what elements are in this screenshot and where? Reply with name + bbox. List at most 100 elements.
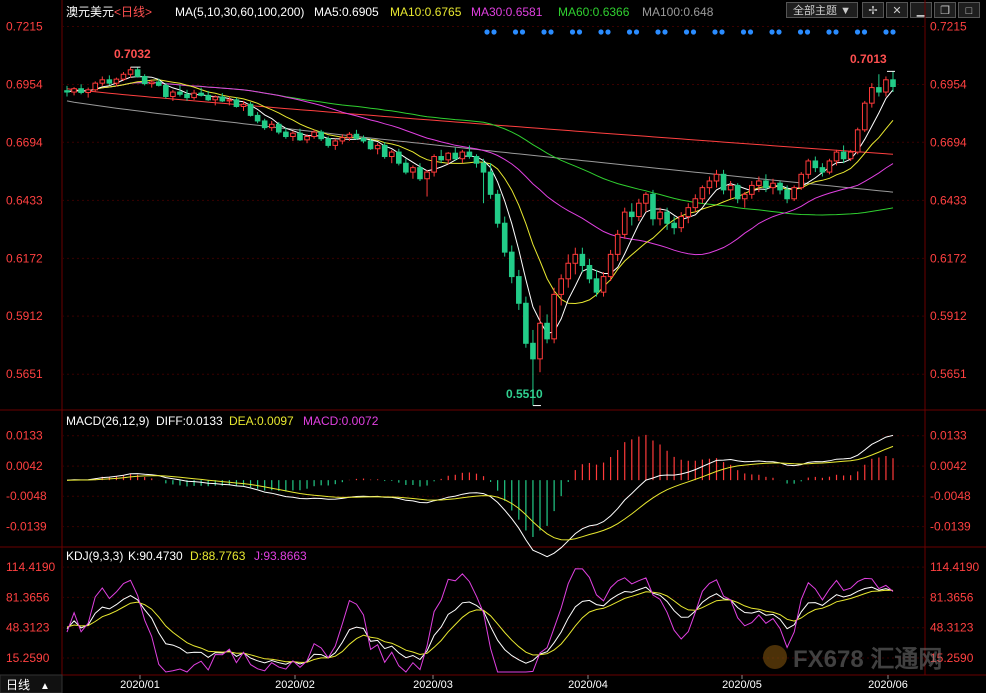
- macd-tick-left: -0.0139: [6, 520, 47, 534]
- candle-body: [734, 184, 741, 200]
- candle-body: [678, 216, 685, 229]
- candle-body: [106, 79, 113, 84]
- ma60-line: [66, 82, 894, 216]
- event-dot: [740, 29, 747, 35]
- candlestick-layer: [64, 66, 896, 407]
- candle-body: [268, 123, 275, 129]
- event-dot: [769, 29, 775, 35]
- macd-diff: DIFF:0.0133: [156, 414, 223, 428]
- event-dot: [833, 29, 839, 35]
- candle-body: [636, 202, 642, 218]
- candle-body: [671, 222, 677, 229]
- macd-tick-left: 0.0042: [6, 459, 43, 473]
- candle-body: [777, 182, 783, 191]
- x-axis-label: 2020/06: [868, 679, 908, 691]
- candle-body: [127, 69, 134, 75]
- candle-body: [155, 81, 162, 86]
- candle-body: [791, 187, 797, 200]
- price-tick-left: 0.6433: [6, 193, 43, 207]
- candle-body: [297, 132, 303, 141]
- candle-body: [374, 144, 381, 150]
- event-dot: [854, 29, 861, 35]
- candle-body: [558, 278, 564, 295]
- candle-body: [283, 131, 289, 138]
- candle-body: [417, 167, 423, 180]
- candle-body: [325, 138, 332, 146]
- candle-body: [177, 91, 183, 95]
- watermark-text: FX678 汇通网: [793, 646, 942, 673]
- price-tick-right: 0.5912: [930, 309, 967, 323]
- macd-tick-right: 0.0133: [930, 429, 967, 443]
- candle-body: [565, 262, 572, 280]
- candle-body: [572, 253, 579, 264]
- kdj-tick-left: 48.3123: [6, 621, 50, 635]
- candle-body: [763, 180, 769, 189]
- candle-body: [99, 79, 106, 84]
- high-annotation-right: 0.7013: [850, 52, 887, 66]
- candle-body: [494, 193, 501, 224]
- candle-body: [664, 211, 670, 224]
- candle-body: [770, 182, 776, 189]
- candle-body: [501, 222, 508, 253]
- event-dot: [626, 29, 633, 35]
- candle-body: [431, 156, 437, 173]
- candle-body: [600, 276, 607, 293]
- event-dot: [712, 29, 718, 35]
- event-dot: [747, 29, 754, 35]
- candle-body: [290, 132, 296, 138]
- candle-body: [141, 75, 148, 85]
- x-axis-label: 2020/01: [120, 679, 160, 691]
- symbol-label: 澳元美元: [66, 5, 114, 19]
- x-axis-label: 2020/04: [568, 679, 608, 691]
- candle-body: [64, 90, 70, 93]
- candle-body: [403, 162, 409, 173]
- candle-body: [883, 79, 889, 93]
- candle-body: [685, 207, 692, 218]
- period-tab-label: 日线: [6, 678, 30, 692]
- candle-body: [424, 171, 430, 180]
- price-tick-right: 0.6172: [930, 251, 967, 265]
- high-annotation-left: 0.7032: [114, 47, 151, 61]
- event-dot: [776, 29, 782, 35]
- candle-body: [254, 114, 261, 122]
- candle-body: [487, 171, 494, 195]
- candle-body: [657, 211, 663, 220]
- price-tick-right: 0.7215: [930, 19, 967, 33]
- candle-body: [551, 293, 557, 340]
- candle-body: [78, 88, 84, 93]
- kdj-tick-right: 81.3656: [930, 590, 974, 604]
- event-dot: [605, 29, 611, 35]
- candle-body: [523, 302, 529, 344]
- candle-body: [360, 137, 367, 142]
- candle-body: [756, 180, 762, 186]
- chart-canvas[interactable]: 0.7215 0.7215 0.6954 0.6954 0.6694 0.6694 0.64…: [0, 0, 986, 693]
- macd-tick-left: 0.0133: [6, 429, 43, 443]
- candle-body: [741, 193, 748, 200]
- candle-body: [452, 152, 459, 160]
- macd-tick-right: -0.0139: [930, 520, 971, 534]
- candle-body: [727, 184, 734, 191]
- event-dot: [491, 29, 497, 35]
- kdj-tick-left: 15.2590: [6, 651, 50, 665]
- price-tick-right: 0.6954: [930, 77, 967, 91]
- candle-body: [247, 103, 254, 116]
- grid-layer: [0, 0, 986, 676]
- kdj-d: D:88.7763: [190, 549, 246, 563]
- candle-body: [819, 167, 826, 173]
- candle-body: [607, 253, 614, 278]
- candle-body: [890, 79, 896, 87]
- macd-tick-right: -0.0048: [930, 489, 971, 503]
- event-dot: [541, 29, 547, 35]
- macd-tick-right: 0.0042: [930, 459, 967, 473]
- ma60-value: MA60:0.6366: [558, 5, 630, 19]
- ma10-line: [66, 79, 894, 305]
- x-axis-label: 2020/05: [722, 679, 762, 691]
- price-tick-left: 0.5912: [6, 309, 43, 323]
- candle-body: [92, 82, 99, 91]
- event-dot: [484, 29, 490, 35]
- candle-body: [720, 173, 727, 191]
- candle-body: [593, 278, 600, 293]
- price-tick-left: 0.7215: [6, 19, 43, 33]
- ma30-value: MA30:0.6581: [471, 5, 543, 19]
- macd-tick-left: -0.0048: [6, 489, 47, 503]
